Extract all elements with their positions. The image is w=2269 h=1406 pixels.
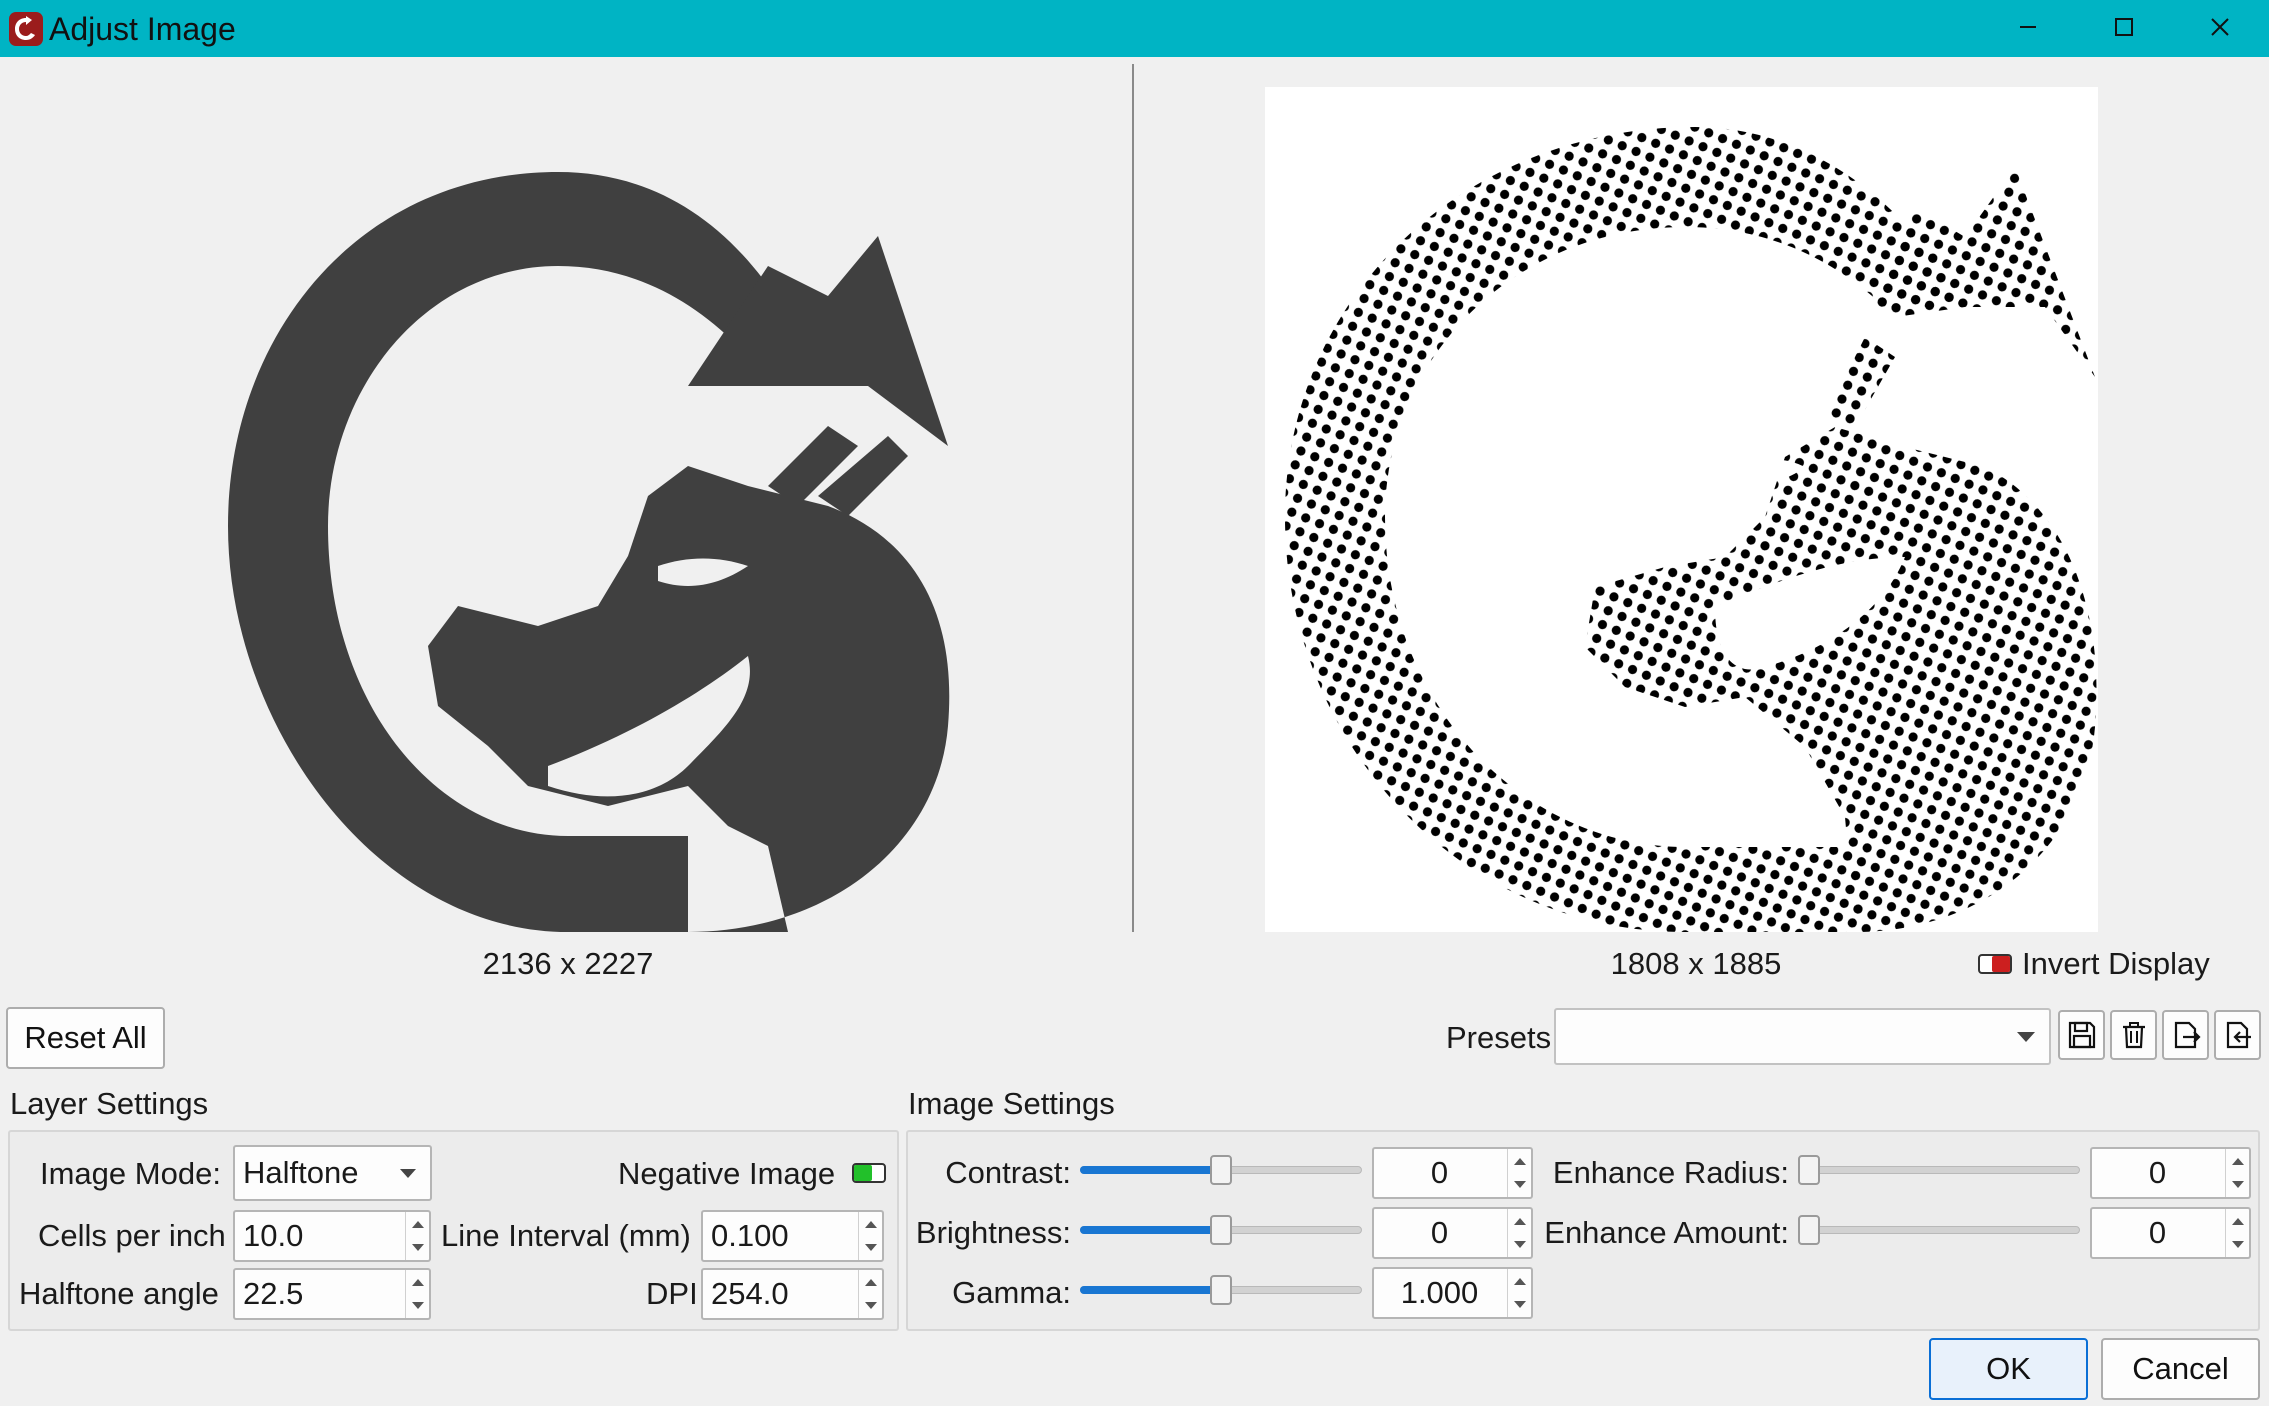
gamma-spinbox[interactable]: 1.000 [1372, 1267, 1533, 1319]
dpi-label: DPI [646, 1276, 698, 1311]
reset-all-button[interactable]: Reset All [6, 1007, 165, 1069]
cells-per-inch-label: Cells per inch [38, 1218, 226, 1253]
export-preset-button[interactable] [2162, 1010, 2209, 1060]
enhance-radius-slider-track [1798, 1166, 2080, 1174]
spin-down-icon[interactable] [412, 1302, 424, 1309]
save-icon [2068, 1021, 2095, 1049]
spin-down-icon[interactable] [1514, 1241, 1526, 1248]
spin-up-icon[interactable] [1514, 1218, 1526, 1225]
spin-up-icon[interactable] [2232, 1158, 2244, 1165]
enhance-amount-spinbox[interactable]: 0 [2090, 1207, 2251, 1259]
processed-image-preview [1265, 87, 2098, 932]
maximize-button[interactable] [2076, 0, 2172, 57]
gamma-slider-fill [1080, 1286, 1221, 1294]
spin-up-icon[interactable] [1514, 1158, 1526, 1165]
ok-button[interactable]: OK [1929, 1338, 2088, 1400]
trash-icon [2122, 1022, 2145, 1049]
enhance-radius-label: Enhance Radius: [1552, 1155, 1789, 1190]
spin-down-icon[interactable] [1514, 1301, 1526, 1308]
gamma-value: 1.000 [1400, 1275, 1479, 1310]
chevron-down-icon [2017, 1032, 2035, 1042]
delete-preset-button[interactable] [2110, 1010, 2157, 1060]
negative-image-toggle[interactable] [852, 1163, 886, 1183]
title-bar[interactable]: Adjust Image [0, 0, 2269, 57]
contrast-slider[interactable] [1080, 1155, 1362, 1185]
invert-display-label: Invert Display [2022, 946, 2210, 981]
spin-down-icon[interactable] [2232, 1241, 2244, 1248]
image-mode-label: Image Mode: [40, 1156, 221, 1191]
original-image-preview [128, 86, 958, 932]
brightness-spinbox[interactable]: 0 [1372, 1207, 1533, 1259]
enhance-amount-slider-handle[interactable] [1798, 1215, 1820, 1245]
layer-settings-title: Layer Settings [10, 1086, 209, 1121]
spin-up-icon[interactable] [412, 1221, 424, 1228]
cells-per-inch-spinbox[interactable]: 10.0 [233, 1210, 431, 1262]
gamma-label: Gamma: [952, 1275, 1071, 1310]
close-button[interactable] [2172, 0, 2268, 57]
window-title: Adjust Image [49, 11, 236, 47]
enhance-amount-slider[interactable] [1798, 1215, 2080, 1245]
cancel-button[interactable]: Cancel [2101, 1338, 2260, 1400]
save-preset-button[interactable] [2058, 1010, 2105, 1060]
cells-per-inch-value: 10.0 [243, 1218, 304, 1253]
app-icon [9, 12, 43, 46]
enhance-radius-value: 0 [2148, 1155, 2167, 1190]
brightness-slider[interactable] [1080, 1215, 1362, 1245]
dpi-spinbox[interactable]: 254.0 [701, 1268, 884, 1320]
spin-up-icon[interactable] [865, 1279, 877, 1286]
export-file-icon [2174, 1021, 2201, 1049]
brightness-slider-fill [1080, 1226, 1221, 1234]
presets-label: Presets [1446, 1020, 1552, 1055]
spin-up-icon[interactable] [1514, 1278, 1526, 1285]
negative-image-label: Negative Image [618, 1156, 836, 1191]
processed-image-size: 1808 x 1885 [1610, 946, 1782, 981]
spin-down-icon[interactable] [1514, 1181, 1526, 1188]
contrast-slider-handle[interactable] [1210, 1155, 1232, 1185]
brightness-value: 0 [1430, 1215, 1449, 1250]
halftone-angle-label: Halftone angle [19, 1276, 219, 1311]
enhance-amount-value: 0 [2148, 1215, 2167, 1250]
enhance-amount-label: Enhance Amount: [1544, 1215, 1789, 1250]
invert-display-toggle[interactable]: Invert Display [1978, 945, 2210, 983]
minimize-button[interactable] [1980, 0, 2076, 57]
spin-up-icon[interactable] [865, 1221, 877, 1228]
contrast-slider-fill [1080, 1166, 1221, 1174]
image-mode-select[interactable]: Halftone [233, 1145, 432, 1201]
contrast-label: Contrast: [945, 1155, 1071, 1190]
brightness-label: Brightness: [915, 1215, 1071, 1250]
enhance-radius-slider[interactable] [1798, 1155, 2080, 1185]
spin-up-icon[interactable] [412, 1279, 424, 1286]
enhance-radius-spinbox[interactable]: 0 [2090, 1147, 2251, 1199]
line-interval-spinbox[interactable]: 0.100 [701, 1210, 884, 1262]
line-interval-value: 0.100 [711, 1218, 789, 1253]
spin-down-icon[interactable] [865, 1244, 877, 1251]
line-interval-label: Line Interval (mm) [441, 1218, 691, 1253]
brightness-slider-handle[interactable] [1210, 1215, 1232, 1245]
spin-down-icon[interactable] [412, 1244, 424, 1251]
enhance-radius-slider-handle[interactable] [1798, 1155, 1820, 1185]
gamma-slider-handle[interactable] [1210, 1275, 1232, 1305]
image-settings-title: Image Settings [908, 1086, 1115, 1121]
halftone-angle-value: 22.5 [243, 1276, 304, 1311]
presets-dropdown[interactable] [1554, 1008, 2051, 1065]
contrast-spinbox[interactable]: 0 [1372, 1147, 1533, 1199]
chevron-down-icon [400, 1169, 416, 1178]
dpi-value: 254.0 [711, 1276, 789, 1311]
enhance-amount-slider-track [1798, 1226, 2080, 1234]
invert-display-switch-icon[interactable] [1978, 954, 2012, 974]
spin-down-icon[interactable] [2232, 1181, 2244, 1188]
import-preset-button[interactable] [2214, 1010, 2261, 1060]
preview-divider [1132, 64, 1134, 932]
image-mode-value: Halftone [243, 1155, 359, 1190]
import-file-icon [2226, 1021, 2251, 1049]
contrast-value: 0 [1430, 1155, 1449, 1190]
spin-up-icon[interactable] [2232, 1218, 2244, 1225]
original-image-size: 2136 x 2227 [482, 946, 654, 981]
gamma-slider[interactable] [1080, 1275, 1362, 1305]
spin-down-icon[interactable] [865, 1302, 877, 1309]
halftone-angle-spinbox[interactable]: 22.5 [233, 1268, 431, 1320]
